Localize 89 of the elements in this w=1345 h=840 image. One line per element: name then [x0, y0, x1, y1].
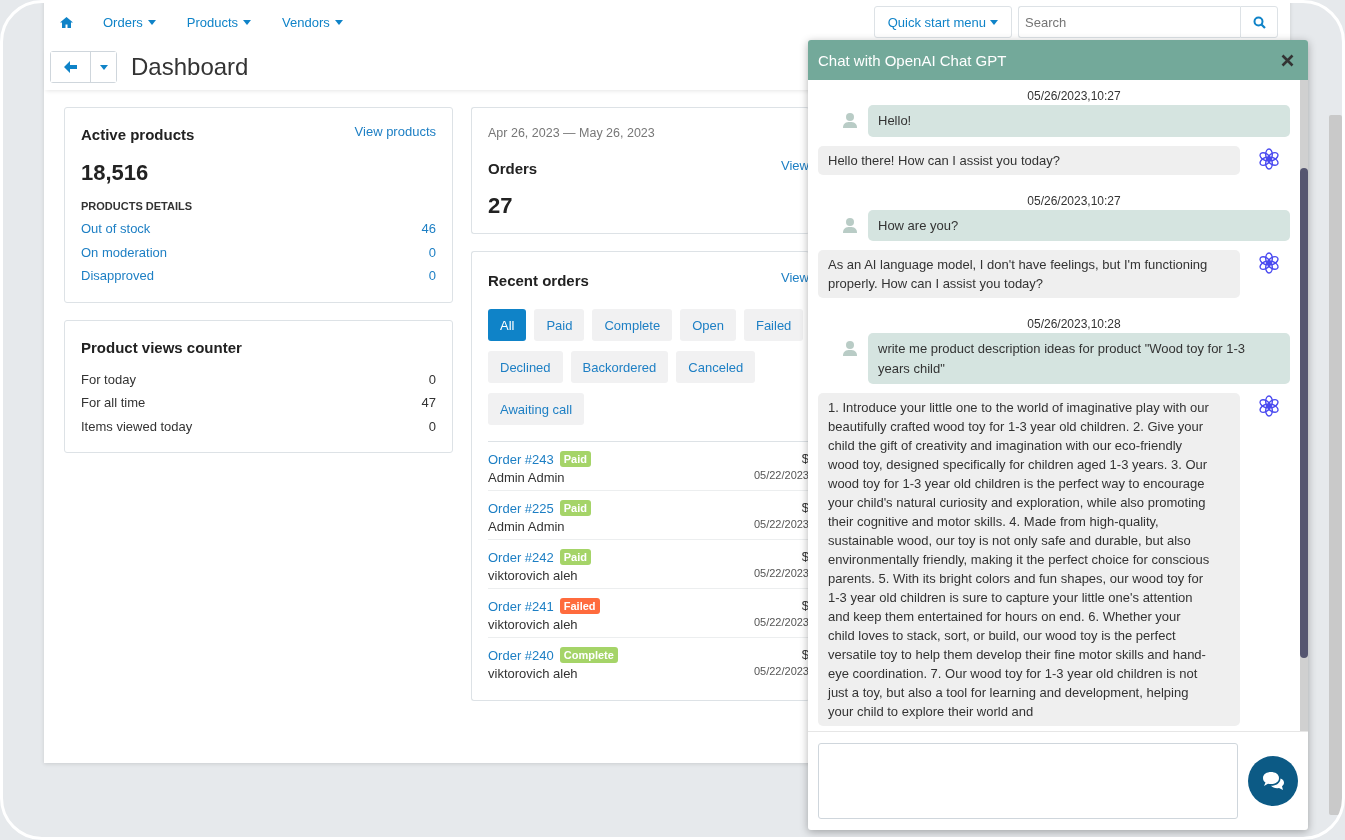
order-date: 05/22/2023 [753, 469, 809, 481]
send-button[interactable] [1248, 756, 1298, 806]
status-filter-button[interactable]: Paid [534, 309, 585, 341]
view-orders-link[interactable]: View [781, 158, 809, 173]
caret-icon [147, 19, 156, 25]
detail-link[interactable]: On moderation [81, 240, 167, 264]
detail-count-link[interactable]: 0 [428, 264, 436, 288]
card-title: Active products [81, 126, 195, 143]
view-orders-link[interactable]: View [781, 270, 809, 285]
status-filter-button[interactable]: Backordered [570, 351, 669, 383]
order-date: 05/22/2023 [753, 665, 809, 677]
product-count: 18,516 [81, 160, 150, 186]
status-badge: Complete [559, 647, 618, 663]
nav-menu-item[interactable]: Vendors [282, 14, 343, 30]
caret-icon [334, 19, 343, 25]
row-label: For today [81, 370, 136, 389]
left-arrow-icon [64, 61, 77, 73]
user-icon [842, 340, 858, 356]
message-timestamp: 05/26/2023,10:27 [1026, 89, 1122, 103]
order-link[interactable]: Order #241 [488, 598, 554, 614]
order-date: 05/22/2023 [753, 616, 809, 628]
status-badge: Paid [559, 451, 591, 467]
caret-icon [990, 19, 998, 25]
status-badge: Failed [559, 598, 600, 614]
search-icon [1252, 15, 1266, 29]
search-button[interactable] [1240, 6, 1278, 38]
status-filter-button[interactable]: Complete [592, 309, 673, 341]
bot-message: As an AI language model, I don't have feelings, but I'm functioning properly. How can I assist you today? [818, 250, 1240, 298]
search-field[interactable]: Search [1018, 6, 1240, 38]
status-filter-button[interactable]: Awaiting call [488, 393, 585, 425]
orders-count: 27 [488, 193, 514, 219]
row-value: 0 [428, 370, 436, 389]
message-timestamp: 05/26/2023,10:27 [1026, 193, 1122, 208]
nav-menu-item[interactable]: Orders [103, 14, 156, 30]
scrollbar[interactable] [1329, 115, 1342, 815]
detail-count-link[interactable]: 0 [428, 240, 436, 264]
section-heading: PRODUCTS DETAILS [81, 200, 194, 212]
customer-name: Admin Admin [488, 470, 566, 485]
bot-message: Hello there! How can I assist you today? [818, 145, 1240, 175]
caret-icon [99, 64, 108, 70]
detail-link[interactable]: Disapproved [81, 264, 154, 288]
message-input[interactable] [818, 743, 1238, 819]
status-badge: Paid [559, 500, 591, 516]
card-title: Product views counter [81, 338, 243, 356]
close-icon [1281, 53, 1294, 67]
close-button[interactable] [1281, 53, 1294, 67]
order-link[interactable]: Order #225 [488, 500, 554, 516]
detail-link[interactable]: Out of stock [81, 217, 151, 241]
quick-start-menu-button[interactable]: Quick start menu [873, 6, 1012, 38]
page-title: Dashboard [131, 53, 249, 81]
status-badge: Paid [559, 549, 591, 565]
scrollbar-thumb[interactable] [1300, 168, 1308, 658]
user-message: write me product description ideas for product "Wood toy for 1-3 years child" [868, 333, 1290, 384]
caret-icon [243, 19, 252, 25]
nav-menu-item[interactable]: Products [186, 14, 252, 30]
view-products-link[interactable]: View products [354, 124, 436, 139]
order-link[interactable]: Order #243 [488, 451, 554, 467]
row-value: 0 [428, 417, 436, 436]
user-icon [842, 112, 858, 128]
status-filter-button[interactable]: Canceled [676, 351, 756, 383]
home-icon[interactable] [60, 16, 73, 28]
status-filter-button[interactable]: Open [680, 309, 736, 341]
order-link[interactable]: Order #242 [488, 549, 554, 565]
user-icon [842, 216, 858, 233]
status-filter-button[interactable]: All [488, 309, 527, 341]
user-message: How are you? [868, 209, 1290, 241]
date-range: Apr 26, 2023 — May 26, 2023 [488, 126, 656, 140]
order-link[interactable]: Order #240 [488, 647, 554, 663]
order-date: 05/22/2023 [753, 567, 809, 579]
row-value: 47 [421, 394, 436, 412]
customer-name: Admin Admin [488, 519, 566, 534]
status-filter-button[interactable]: Failed [743, 309, 804, 341]
card-title: Orders [488, 160, 538, 177]
status-filter-button[interactable]: Declined [488, 351, 563, 383]
row-label: Items viewed today [81, 417, 193, 436]
row-label: For all time [81, 394, 146, 412]
chat-title: Chat with OpenAI Chat GPT [818, 51, 1007, 69]
customer-name: viktorovich aleh [488, 666, 579, 681]
back-button[interactable] [51, 52, 91, 82]
card-title: Recent orders [488, 272, 589, 289]
user-message: Hello! [868, 105, 1290, 137]
detail-count-link[interactable]: 46 [421, 217, 436, 241]
bot-message: 1. Introduce your little one to the world of imaginative play with our beautifully crafted wood toy for 1-3 year old children. 2. Give your child the gift of creativity and imagination with our eco-friendly wood toy, designed specifically for children aged 1-3 years. 3. Our wood toy for 1-3 year old children is the perfect way to encourage your child's natural curiosity and exploration, while also promoting their cognitive and motor skills. 4. Made from high-quality, sustainable wood, our toy is not only safe and durable, but also environmentally friendly, making it the perfect choice for conscious parents. 5. With its bright colors and fun shapes, our wood toy for 1-3 year old children is sure to capture your little one's attention and keep them entertained for hours on end. 6. Whether your child loves to stack, sort, or build, our wood toy is the perfect versatile toy to help them develop their fine motor skills and hand-eye coordination. 7. Our wood toy for 1-3 year old children is not just a toy, but also a tool for learning and development, helping your child to explore their world and [818, 393, 1240, 726]
scrollbar[interactable] [1300, 80, 1308, 731]
message-timestamp: 05/26/2023,10:28 [1026, 317, 1122, 331]
speech-bubbles-icon [1261, 771, 1285, 791]
customer-name: viktorovich aleh [488, 617, 579, 632]
order-date: 05/22/2023 [753, 518, 809, 530]
customer-name: viktorovich aleh [488, 568, 579, 583]
